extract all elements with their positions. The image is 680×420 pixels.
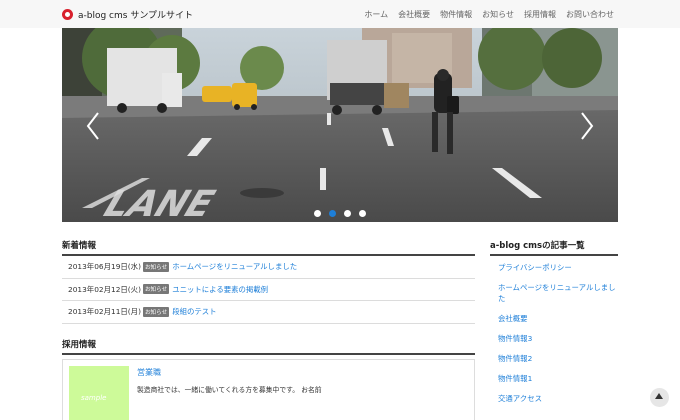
nav-item-recruit[interactable]: 採用情報 [524,9,556,20]
news-date: 2013年02月12日(火) [68,284,141,294]
news-item: 2013年02月12日(火) お知らせ ユニットによる要素の掲載例 [62,279,475,301]
slider-dot-2[interactable] [329,210,336,217]
job-title-link[interactable]: 営業職 [137,367,161,378]
jobs-title-rule [62,353,475,355]
sidebar-item-property-3[interactable]: 物件情報3 [490,333,618,344]
job-description: 製造商社では、一緒に働いてくれる方を募集中です。 お名前 [137,386,322,394]
brand-name[interactable]: a-blog cms サンプルサイト [78,8,193,21]
city-street-lane-photo: LANE [62,28,618,222]
jobs-section-title: 採用情報 [62,340,97,350]
sidebar-item-property-1[interactable]: 物件情報1 [490,373,618,384]
chevron-right-icon[interactable] [580,112,594,140]
slider-dot-1[interactable] [314,210,321,217]
slider-pagination [62,210,618,217]
nav-item-property[interactable]: 物件情報 [440,9,472,20]
arrow-up-icon[interactable] [650,388,669,407]
job-card: sample 営業職 製造商社では、一緒に働いてくれる方を募集中です。 お名前 [62,359,475,420]
news-date: 2013年02月11日(月) [68,307,141,317]
slider-dot-3[interactable] [344,210,351,217]
global-nav: ホーム 会社概要 物件情報 お知らせ 採用情報 お問い合わせ [364,9,614,20]
sidebar-article-list: プライバシーポリシー ホームページをリニューアルしました 会社概要 物件情報3 … [490,262,618,413]
site-header: a-blog cms サンプルサイト ホーム 会社概要 物件情報 お知らせ 採用… [0,0,680,28]
sidebar-item-renewal[interactable]: ホームページをリニューアルしました [490,282,618,304]
sidebar-title: a-blog cmsの記事一覧 [490,241,585,251]
category-badge: お知らせ [142,306,170,317]
nav-item-company[interactable]: 会社概要 [398,9,430,20]
sidebar-item-access[interactable]: 交通アクセス [490,393,618,404]
news-list: 2013年06月19日(水) お知らせ ホームページをリニューアルしました 20… [62,256,475,324]
thumbnail-label: sample [81,394,107,402]
news-section-title: 新着情報 [62,241,97,251]
brand[interactable]: a-blog cms サンプルサイト [62,8,193,21]
nav-item-contact[interactable]: お問い合わせ [566,9,614,20]
chevron-left-icon[interactable] [86,112,100,140]
news-link[interactable]: ユニットによる要素の掲載例 [172,284,268,295]
a-blog-logo-icon [62,9,73,20]
category-badge: お知らせ [142,284,170,295]
news-date: 2013年06月19日(水) [68,262,141,272]
news-link[interactable]: 段組のテスト [172,306,216,317]
sidebar-item-privacy[interactable]: プライバシーポリシー [490,262,618,273]
news-link[interactable]: ホームページをリニューアルしました [172,261,297,272]
news-item: 2013年02月11日(月) お知らせ 段組のテスト [62,301,475,324]
nav-item-news[interactable]: お知らせ [482,9,514,20]
news-item: 2013年06月19日(水) お知らせ ホームページをリニューアルしました [62,256,475,279]
hero-slider: LANE [62,28,618,222]
sidebar-item-property-2[interactable]: 物件情報2 [490,353,618,364]
sidebar-item-company[interactable]: 会社概要 [490,313,618,324]
slider-dot-4[interactable] [359,210,366,217]
category-badge: お知らせ [142,261,170,272]
nav-item-home[interactable]: ホーム [364,9,388,20]
sidebar-title-rule [490,254,618,256]
job-thumbnail[interactable]: sample [69,366,129,420]
